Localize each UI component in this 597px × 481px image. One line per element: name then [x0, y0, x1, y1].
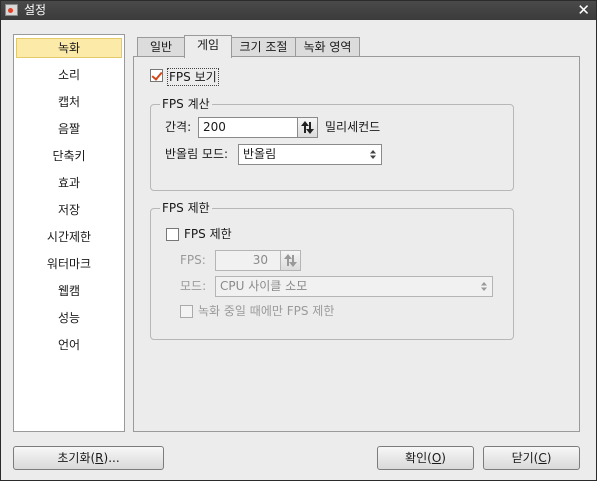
sidebar-item-performance[interactable]: 성능	[16, 308, 122, 328]
mode-select[interactable]: CPU 사이클 소모	[215, 276, 493, 297]
ok-button[interactable]: 확인(O)	[377, 446, 474, 470]
window-title: 설정	[24, 3, 47, 17]
sidebar-item-effects[interactable]: 효과	[16, 173, 122, 193]
ok-button-tail: )	[441, 451, 446, 465]
close-button-key: C	[538, 451, 547, 465]
fps-limit-label[interactable]: FPS 제한	[184, 226, 232, 242]
tab-resize[interactable]: 크기 조절	[231, 37, 296, 57]
app-icon	[5, 4, 18, 16]
show-fps-label[interactable]: FPS 보기	[167, 68, 219, 86]
sidebar-item-watermark[interactable]: 워터마크	[16, 254, 122, 274]
title-bar[interactable]: 설정 ✕	[1, 1, 596, 20]
rounding-mode-select[interactable]: 반올림	[238, 144, 382, 165]
close-button-text: 닫기(	[511, 451, 539, 465]
reset-button-tail: )...	[103, 451, 120, 465]
spin-arrows-icon[interactable]	[297, 118, 317, 137]
fps-label: FPS:	[180, 253, 206, 267]
show-fps-checkbox[interactable]	[150, 69, 163, 82]
fps-limit-legend: FPS 제한	[160, 201, 212, 215]
combo-arrows-icon	[481, 282, 487, 291]
spin-arrows-icon[interactable]	[280, 251, 300, 270]
interval-label: 간격:	[165, 120, 192, 134]
sidebar-item-webcam[interactable]: 웹캠	[16, 281, 122, 301]
ok-button-text: 확인(	[405, 451, 432, 465]
fps-spinbox[interactable]: 30	[215, 250, 301, 271]
reset-button[interactable]: 초기화(R)...	[13, 446, 164, 470]
interval-spinbox[interactable]: 200	[198, 117, 318, 138]
combo-arrows-icon	[370, 150, 376, 159]
fps-value: 30	[252, 253, 268, 267]
tab-record-area[interactable]: 녹화 영역	[295, 37, 360, 57]
rounding-mode-value: 반올림	[243, 147, 277, 161]
rounding-mode-label: 반올림 모드:	[165, 147, 229, 161]
interval-value: 200	[203, 120, 226, 134]
settings-window: 설정 ✕ 녹화 소리 캡처 음짤 단축키 효과 저장 시간제한 워터마크 웹캠 …	[0, 0, 597, 481]
close-icon[interactable]: ✕	[577, 1, 590, 19]
reset-button-key: R	[95, 451, 104, 465]
fps-calc-group: FPS 계산 간격: 200 밀리세컨드 반올림 모드: 반올림	[150, 97, 514, 191]
tab-general[interactable]: 일반	[137, 37, 185, 57]
fps-limit-checkbox[interactable]	[166, 228, 179, 241]
sidebar-item-gif[interactable]: 음짤	[16, 119, 122, 139]
close-button-tail: )	[546, 451, 552, 465]
fps-limit-group: FPS 제한 FPS 제한 FPS: 30 모드: CPU 사이클 소모 녹화 …	[150, 201, 514, 340]
ok-button-key: O	[431, 451, 442, 465]
mode-label: 모드:	[180, 279, 207, 293]
sidebar-item-sound[interactable]: 소리	[16, 65, 122, 85]
tab-game[interactable]: 게임	[184, 35, 232, 58]
interval-unit: 밀리세컨드	[325, 120, 381, 134]
tab-panel-game: FPS 보기 FPS 계산 간격: 200 밀리세컨드 반올림 모드: 반올림	[133, 56, 580, 432]
sidebar-item-recording[interactable]: 녹화	[16, 38, 122, 58]
sidebar-item-capture[interactable]: 캡처	[16, 92, 122, 112]
sidebar-item-save[interactable]: 저장	[16, 200, 122, 220]
mode-value: CPU 사이클 소모	[220, 279, 308, 293]
record-only-checkbox[interactable]	[180, 305, 193, 318]
reset-button-text: 초기화(	[57, 451, 96, 465]
category-list[interactable]: 녹화 소리 캡처 음짤 단축키 효과 저장 시간제한 워터마크 웹캠 성능 언어	[13, 34, 125, 432]
sidebar-item-language[interactable]: 언어	[16, 335, 122, 355]
record-only-label[interactable]: 녹화 중일 때에만 FPS 제한	[198, 303, 334, 319]
fps-calc-legend: FPS 계산	[160, 97, 212, 111]
sidebar-item-time-limit[interactable]: 시간제한	[16, 227, 122, 247]
close-button[interactable]: 닫기(C)	[483, 446, 580, 470]
sidebar-item-hotkeys[interactable]: 단축키	[16, 146, 122, 166]
